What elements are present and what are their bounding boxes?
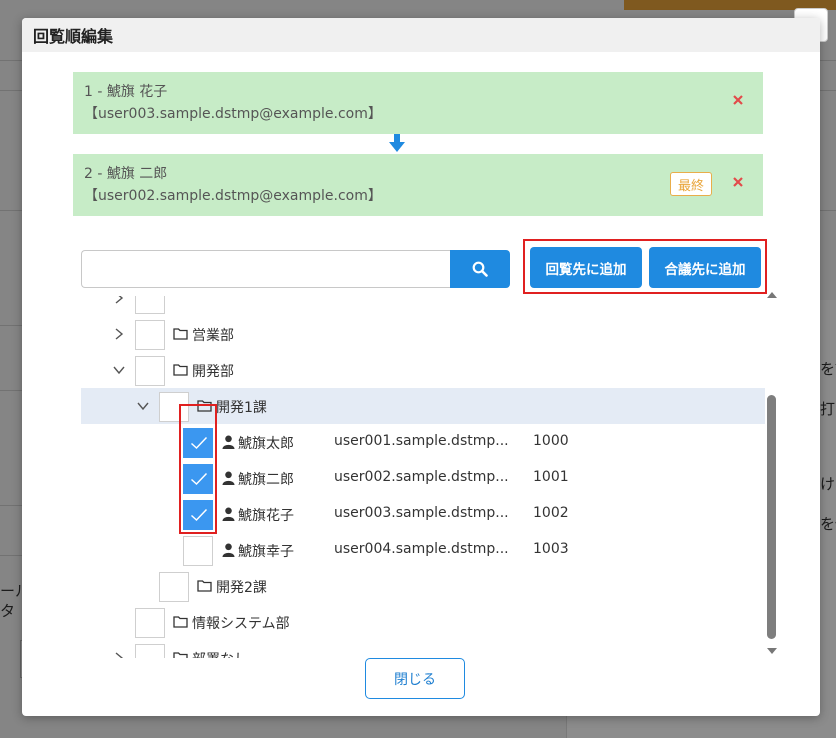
arrow-down-icon bbox=[389, 134, 405, 152]
user-email: user001.sample.dstmp... bbox=[334, 433, 509, 449]
tree-row-user: 鯱旗幸子 user004.sample.dstmp... 1003 bbox=[81, 532, 765, 568]
approver-email: 【user002.sample.dstmp@example.com】 bbox=[84, 188, 382, 204]
scroll-up-arrow[interactable] bbox=[767, 292, 777, 298]
add-to-circulation-button[interactable]: 回覧先に追加 bbox=[530, 247, 642, 288]
tree-label[interactable]: 情報システム部 bbox=[192, 613, 290, 633]
approver-label: 1 - 鯱旗 花子 bbox=[84, 84, 168, 100]
final-badge: 最終 bbox=[670, 172, 712, 196]
user-email: user002.sample.dstmp... bbox=[334, 469, 509, 485]
approver-email: 【user003.sample.dstmp@example.com】 bbox=[84, 106, 382, 122]
folder-icon bbox=[173, 364, 188, 376]
tree-label[interactable]: 営業部 bbox=[192, 325, 234, 345]
remove-approver-icon[interactable] bbox=[731, 175, 745, 189]
search-icon bbox=[472, 261, 488, 277]
tree-label[interactable]: 開発2課 bbox=[216, 577, 267, 597]
tree-row-dev: 開発部 bbox=[81, 352, 765, 388]
tree-checkbox[interactable] bbox=[159, 572, 189, 602]
circulation-order-modal: 回覧順編集 1 - 鯱旗 花子 【user003.sample.dstmp@ex… bbox=[22, 18, 820, 716]
chevron-down-icon[interactable] bbox=[113, 364, 125, 376]
modal-title: 回覧順編集 bbox=[33, 27, 114, 46]
tree-label[interactable]: 部署なし bbox=[192, 649, 248, 658]
folder-icon bbox=[197, 580, 212, 592]
scrollbar-thumb[interactable] bbox=[767, 395, 776, 639]
folder-icon bbox=[173, 616, 188, 628]
approver-item-1: 1 - 鯱旗 花子 【user003.sample.dstmp@example.… bbox=[73, 72, 763, 134]
chevron-right-icon[interactable] bbox=[113, 296, 125, 304]
tree-row-nodept: 部署なし bbox=[81, 640, 765, 658]
remove-approver-icon[interactable] bbox=[731, 93, 745, 107]
user-icon bbox=[222, 543, 235, 557]
search-input[interactable] bbox=[81, 250, 451, 288]
user-name[interactable]: 鯱旗二郎 bbox=[238, 469, 294, 489]
user-name[interactable]: 鯱旗幸子 bbox=[238, 541, 294, 561]
tree-row-infosys: 情報システム部 bbox=[81, 604, 765, 640]
scroll-down-arrow[interactable] bbox=[767, 648, 777, 654]
user-checkbox[interactable] bbox=[183, 536, 213, 566]
modal-header: 回覧順編集 bbox=[22, 18, 820, 52]
user-email: user003.sample.dstmp... bbox=[334, 505, 509, 521]
folder-icon bbox=[173, 652, 188, 658]
close-button[interactable]: 閉じる bbox=[365, 658, 465, 699]
tree-checkbox[interactable] bbox=[135, 320, 165, 350]
user-name[interactable]: 鯱旗花子 bbox=[238, 505, 294, 525]
user-code: 1000 bbox=[533, 433, 569, 449]
tree-checkbox[interactable] bbox=[135, 608, 165, 638]
user-code: 1002 bbox=[533, 505, 569, 521]
tree-label[interactable]: 開発1課 bbox=[216, 397, 267, 417]
user-code: 1003 bbox=[533, 541, 569, 557]
add-to-consultation-button[interactable]: 合議先に追加 bbox=[649, 247, 761, 288]
tree-checkbox[interactable] bbox=[135, 644, 165, 658]
chevron-down-icon[interactable] bbox=[137, 400, 149, 412]
tree-row-partial bbox=[81, 296, 765, 316]
user-icon bbox=[222, 435, 235, 449]
user-icon bbox=[222, 471, 235, 485]
tree-row-dev2: 開発2課 bbox=[81, 568, 765, 604]
search-button[interactable] bbox=[450, 250, 510, 288]
folder-icon bbox=[173, 328, 188, 340]
approver-label: 2 - 鯱旗 二郎 bbox=[84, 166, 168, 182]
tree-checkbox[interactable] bbox=[135, 356, 165, 386]
user-name[interactable]: 鯱旗太郎 bbox=[238, 433, 294, 453]
user-code: 1001 bbox=[533, 469, 569, 485]
user-icon bbox=[222, 507, 235, 521]
chevron-right-icon[interactable] bbox=[113, 652, 125, 658]
highlight-box bbox=[179, 404, 217, 534]
user-email: user004.sample.dstmp... bbox=[334, 541, 509, 557]
chevron-right-icon[interactable] bbox=[113, 328, 125, 340]
tree-label[interactable]: 開発部 bbox=[192, 361, 234, 381]
tree-checkbox[interactable] bbox=[135, 296, 165, 314]
approver-item-2: 2 - 鯱旗 二郎 【user002.sample.dstmp@example.… bbox=[73, 154, 763, 216]
tree-row-sales: 営業部 bbox=[81, 316, 765, 352]
